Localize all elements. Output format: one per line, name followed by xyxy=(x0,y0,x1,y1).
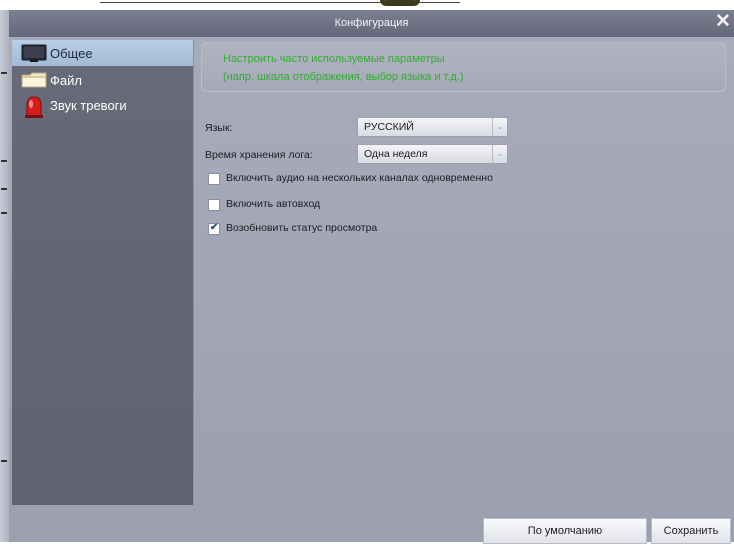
language-select[interactable]: РУССКИЙ ⌄ xyxy=(357,117,508,137)
restore-defaults-button[interactable]: По умолчанию xyxy=(483,518,647,544)
hint-text: Настроить часто используемые параметры xyxy=(223,53,445,65)
background-mark xyxy=(1,72,7,74)
log-retention-select[interactable]: Одна неделя ⌄ xyxy=(357,144,508,164)
checkbox-label: Включить автовход xyxy=(226,198,321,210)
background-mark xyxy=(1,188,7,190)
background-mark xyxy=(1,212,7,214)
hint-box: Настроить часто используемые параметры (… xyxy=(201,42,726,92)
sidebar-item-file[interactable]: Файл xyxy=(12,67,193,93)
background-mark xyxy=(1,460,7,462)
checkbox-box[interactable] xyxy=(208,199,220,211)
background-shape xyxy=(380,0,420,6)
dialog-titlebar: Конфигурация ✕ xyxy=(9,10,734,37)
sidebar-item-label: Звук тревоги xyxy=(50,98,127,113)
monitor-icon xyxy=(20,44,48,62)
checkbox-box[interactable]: ✔ xyxy=(208,222,220,235)
save-button[interactable]: Сохранить xyxy=(651,518,731,544)
chevron-down-icon: ⌄ xyxy=(492,145,507,163)
sidebar: Общее Файл Звук тревоги xyxy=(12,40,194,505)
background-mark xyxy=(1,160,7,162)
hint-text: (напр. шкала отображения, выбор языка и … xyxy=(223,71,464,83)
checkbox-box[interactable] xyxy=(208,173,220,185)
log-retention-value: Одна неделя xyxy=(364,148,428,160)
chevron-down-icon: ⌄ xyxy=(492,118,507,136)
folder-icon xyxy=(20,71,48,89)
sidebar-item-label: Общее xyxy=(50,46,93,61)
close-icon[interactable]: ✕ xyxy=(714,12,732,31)
background-app-edge xyxy=(0,10,9,542)
alarm-icon xyxy=(20,96,48,118)
checkbox-label: Включить аудио на нескольких каналах одн… xyxy=(226,172,493,184)
language-label: Язык: xyxy=(205,122,233,134)
config-dialog: Конфигурация ✕ Общее Файл Звук тревоги Н… xyxy=(9,10,734,544)
language-value: РУССКИЙ xyxy=(364,121,414,133)
sidebar-item-label: Файл xyxy=(50,73,82,88)
sidebar-item-alarm-sound[interactable]: Звук тревоги xyxy=(12,92,193,118)
background-app-strip xyxy=(0,0,734,10)
check-icon: ✔ xyxy=(210,222,219,233)
dialog-title: Конфигурация xyxy=(334,17,409,29)
sidebar-item-general[interactable]: Общее xyxy=(12,40,193,66)
general-settings-panel: Настроить часто используемые параметры (… xyxy=(193,40,734,505)
checkbox-label: Возобновить статус просмотра xyxy=(226,222,378,234)
log-retention-label: Время хранения лога: xyxy=(205,149,313,161)
